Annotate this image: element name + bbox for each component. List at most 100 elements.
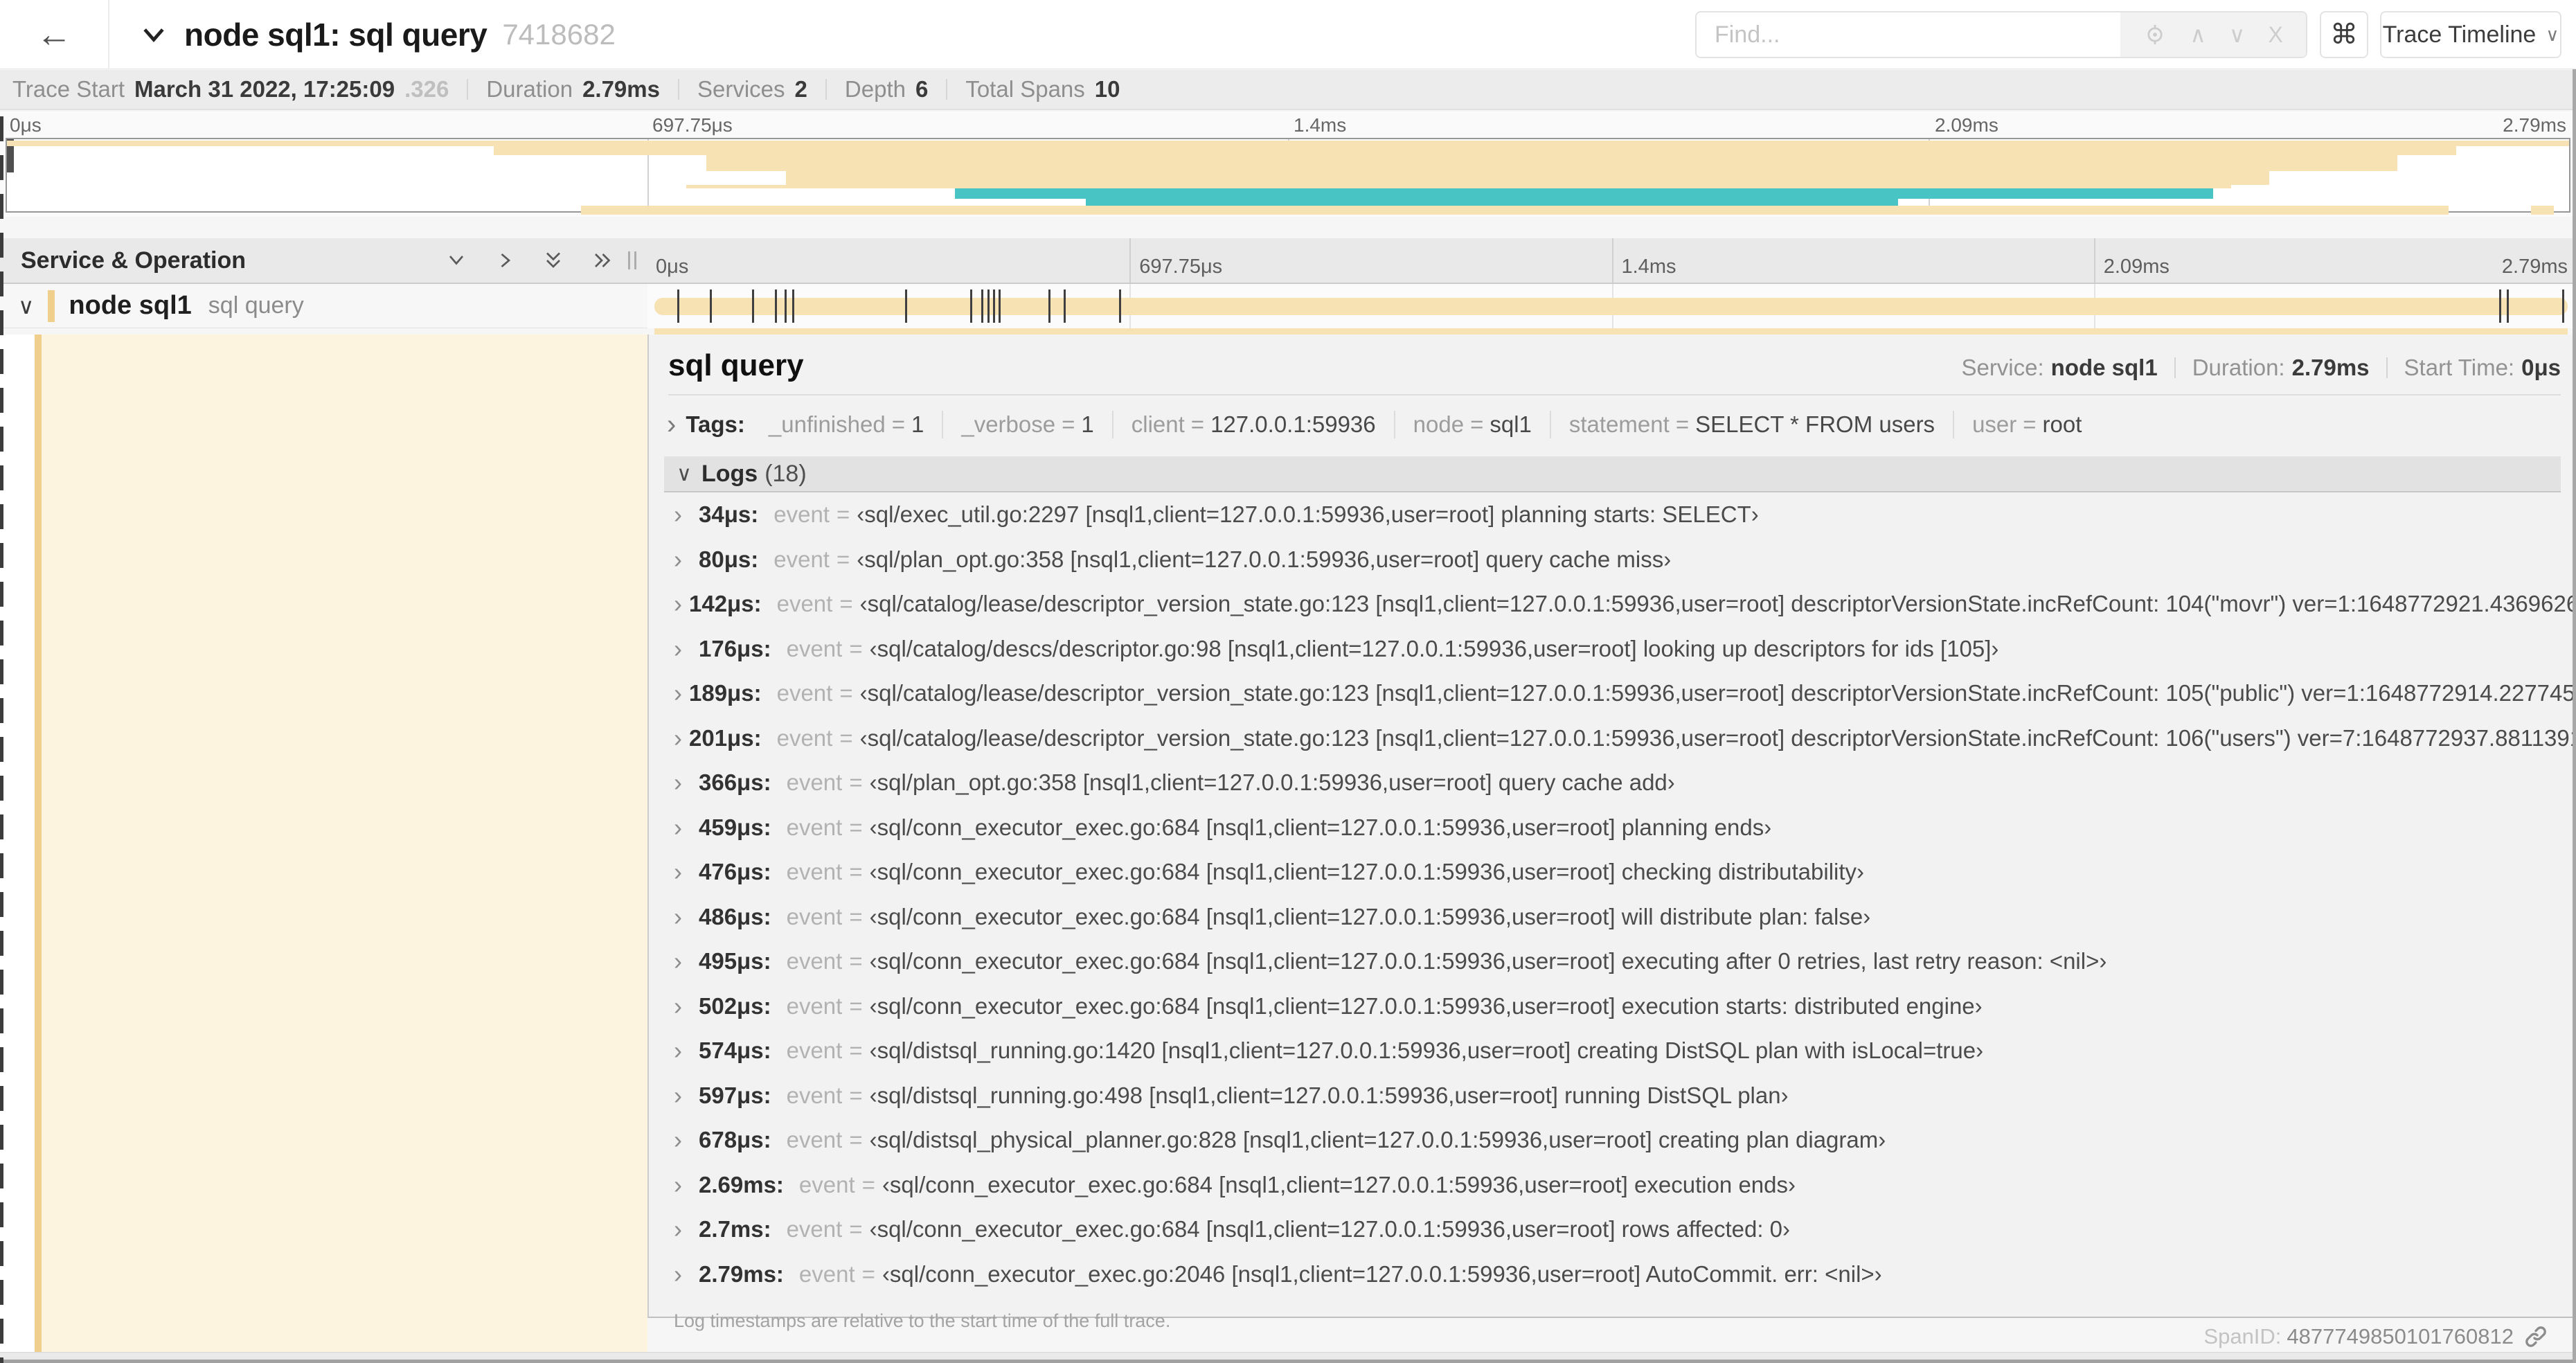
log-row[interactable]: › 142μs: event = ‹sql/catalog/lease/descript…	[664, 582, 2576, 627]
locate-icon[interactable]	[2143, 23, 2167, 46]
next-result-icon[interactable]: ∨	[2229, 21, 2245, 48]
right-scrollbar[interactable]	[2573, 0, 2576, 1363]
summary-value: March 31 2022, 17:25:09	[134, 76, 395, 102]
minimap-span-bar	[580, 206, 2449, 215]
expand-all-icon[interactable]	[589, 248, 614, 273]
log-row[interactable]: › 80μs: event = ‹sql/plan_opt.go:358 [nsql1,…	[664, 537, 2561, 582]
log-event-marker	[904, 289, 907, 323]
log-marker-group	[654, 289, 2568, 323]
chevron-down-icon[interactable]	[138, 19, 169, 50]
collapse-all-icon[interactable]	[541, 248, 566, 273]
log-row[interactable]: › 486μs: event = ‹sql/conn_executor_exec.go:…	[664, 895, 2561, 940]
minimap-canvas[interactable]	[6, 138, 2570, 215]
bottom-edge	[0, 1352, 2576, 1363]
summary-label: Duration	[486, 76, 573, 102]
log-row[interactable]: › 2.7ms: event = ‹sql/conn_executor_exec.go:…	[664, 1207, 2561, 1252]
chevron-down-icon[interactable]: ∨	[18, 293, 34, 319]
span-row-name-cell[interactable]: ∨ node sql1 sql query	[0, 284, 647, 328]
log-field-value: ‹sql/distsql_physical_planner.go:828 [ns…	[869, 1127, 1886, 1153]
link-icon[interactable]	[2523, 1324, 2548, 1349]
log-row[interactable]: › 2.79ms: event = ‹sql/conn_executor_exec.go…	[664, 1252, 2561, 1297]
clear-search-icon[interactable]: X	[2268, 22, 2282, 48]
back-button[interactable]: ←	[0, 0, 109, 69]
trace-view-select[interactable]: Trace Timeline ∨	[2380, 11, 2561, 58]
trace-summary-bar: Trace Start March 31 2022, 17:25:09 .326 Du…	[0, 70, 2576, 110]
log-row[interactable]: › 678μs: event = ‹sql/distsql_physical_plann…	[664, 1118, 2561, 1163]
arrow-left-icon: ←	[36, 15, 72, 55]
log-row[interactable]: › 176μs: event = ‹sql/catalog/descs/descript…	[664, 627, 2561, 672]
log-field-key: event	[786, 1216, 843, 1242]
tag-item[interactable]: user = root	[1954, 411, 2100, 438]
span-detail-mini-bar	[654, 328, 2568, 335]
log-time: 678μs:	[699, 1127, 771, 1153]
log-event-marker	[1064, 289, 1066, 323]
log-equals: =	[849, 1216, 863, 1242]
log-row[interactable]: › 34μs: event = ‹sql/exec_util.go:2297 [nsql…	[664, 492, 2561, 537]
keyboard-shortcuts-button[interactable]: ⌘	[2320, 11, 2368, 58]
span-title: sql query	[668, 348, 804, 382]
tag-equals: =	[891, 411, 905, 437]
log-equals: =	[836, 501, 850, 528]
log-time: 486μs:	[699, 903, 771, 929]
logs-section: ∨ Logs (18) › 34μs: event = ‹sql/exec_util.g…	[664, 456, 2576, 1350]
tag-item[interactable]: node = sql1	[1395, 411, 1551, 438]
log-row[interactable]: › 459μs: event = ‹sql/conn_executor_exec.go:…	[664, 805, 2561, 850]
log-event-marker	[969, 289, 972, 323]
tag-value: sql1	[1490, 411, 1532, 437]
tag-item[interactable]: _verbose = 1	[943, 411, 1113, 438]
prev-result-icon[interactable]: ∧	[2190, 21, 2206, 48]
expand-one-icon[interactable]	[492, 248, 517, 273]
time-tick-label: 2.79ms	[2501, 256, 2568, 278]
log-equals: =	[849, 1082, 863, 1108]
log-time: 366μs:	[699, 769, 771, 796]
tag-item[interactable]: statement = SELECT * FROM users	[1551, 411, 1955, 438]
spanid-row: SpanID: 4877749850101760812	[2203, 1324, 2548, 1349]
trace-view-label: Trace Timeline	[2382, 21, 2537, 48]
spanid-value: 4877749850101760812	[2287, 1324, 2514, 1348]
log-row[interactable]: › 201μs: event = ‹sql/catalog/lease/descript…	[664, 716, 2576, 761]
operation-name: sql query	[208, 292, 304, 319]
summary-value-fraction: .326	[404, 76, 449, 102]
log-row[interactable]: › 574μs: event = ‹sql/distsql_running.go:142…	[664, 1028, 2561, 1074]
left-scrollbar[interactable]	[0, 116, 3, 1363]
log-event-marker	[1119, 289, 1122, 323]
tag-item[interactable]: _unfinished = 1	[751, 411, 944, 438]
timeline-gridline	[1129, 238, 1132, 283]
log-equals: =	[849, 635, 863, 661]
log-field-key: event	[776, 680, 833, 706]
column-resize-grip[interactable]	[628, 251, 636, 269]
tag-item[interactable]: client = 127.0.0.1:59936	[1113, 411, 1395, 438]
log-equals: =	[849, 948, 863, 974]
log-row[interactable]: › 597μs: event = ‹sql/distsql_running.go:498…	[664, 1074, 2561, 1119]
collapse-one-icon[interactable]	[444, 248, 469, 273]
log-field-value: ‹sql/conn_executor_exec.go:684 [nsql1,cl…	[869, 814, 1772, 840]
log-row[interactable]: › 189μs: event = ‹sql/catalog/lease/descript…	[664, 671, 2576, 716]
left-gutter	[0, 335, 35, 1352]
service-color-bar	[48, 289, 55, 322]
log-row[interactable]: › 2.69ms: event = ‹sql/conn_executor_exec.go…	[664, 1163, 2561, 1208]
log-row[interactable]: › 366μs: event = ‹sql/plan_opt.go:358 [nsql1…	[664, 760, 2561, 805]
log-row[interactable]: › 495μs: event = ‹sql/conn_executor_exec.go:…	[664, 939, 2561, 984]
summary-separator	[946, 79, 948, 100]
logs-header[interactable]: ∨ Logs (18)	[664, 456, 2561, 492]
service-operation-title: Service & Operation	[21, 247, 247, 274]
log-event-marker	[710, 289, 713, 323]
minimap-span-bar	[7, 141, 2569, 146]
find-input[interactable]	[1697, 12, 2120, 57]
summary-value: 10	[1094, 76, 1120, 102]
log-event-marker	[784, 289, 787, 323]
span-row-timeline-cell	[647, 284, 2576, 328]
log-row[interactable]: › 476μs: event = ‹sql/conn_executor_exec.go:…	[664, 850, 2561, 895]
log-field-value: ‹sql/conn_executor_exec.go:684 [nsql1,cl…	[869, 903, 1871, 929]
log-event-marker	[791, 289, 794, 323]
summary-label: Services	[697, 76, 785, 102]
tag-key: node	[1413, 411, 1465, 437]
tags-row[interactable]: › Tags: _unfinished = 1 _verbose = 1 client = 12…	[667, 407, 2576, 443]
tag-equals: =	[1190, 411, 1205, 437]
find-controls: ∧ ∨ X	[2120, 12, 2306, 57]
service-operation-header: Service & Operation	[0, 238, 647, 284]
log-time: 476μs:	[699, 859, 771, 885]
log-equals: =	[839, 680, 853, 706]
log-field-key: event	[773, 546, 830, 572]
log-row[interactable]: › 502μs: event = ‹sql/conn_executor_exec.go:…	[664, 984, 2561, 1029]
